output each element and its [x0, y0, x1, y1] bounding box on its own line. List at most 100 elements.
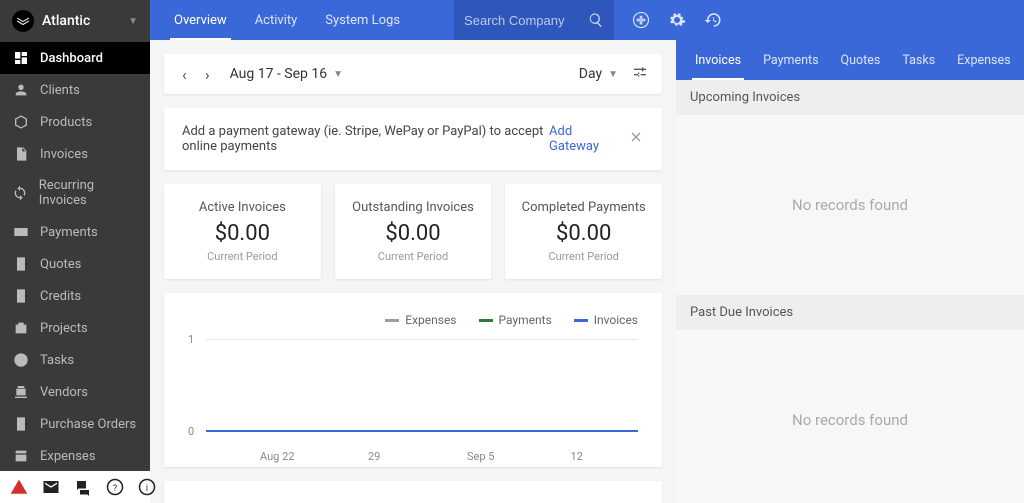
sidebar-item-vendors[interactable]: Vendors	[0, 376, 150, 408]
legend-label: Expenses	[405, 313, 456, 327]
filter-settings-button[interactable]	[632, 64, 648, 84]
sidebar-item-label: Expenses	[40, 449, 96, 464]
rail-tab-payments[interactable]: Payments	[752, 40, 829, 80]
rail-tab-expenses[interactable]: Expenses	[946, 40, 1021, 80]
legend-invoices: Invoices	[574, 313, 638, 327]
y-tick-label: 1	[188, 333, 194, 346]
vendors-icon	[12, 384, 30, 400]
help-icon[interactable]: ?	[106, 478, 124, 496]
stat-value: $0.00	[172, 221, 313, 246]
legend-payments: Payments	[479, 313, 552, 327]
sidebar-item-clients[interactable]: Clients	[0, 74, 150, 106]
sidebar-item-projects[interactable]: Projects	[0, 312, 150, 344]
tune-icon	[632, 64, 648, 80]
chat-icon[interactable]	[74, 478, 92, 496]
sidebar-item-products[interactable]: Products	[0, 106, 150, 138]
chevron-down-icon: ▼	[608, 69, 618, 80]
sidebar-item-label: Invoices	[40, 147, 88, 162]
granularity-picker[interactable]: Day ▼	[579, 66, 618, 82]
stat-active-invoices: Active Invoices $0.00 Current Period	[164, 184, 321, 279]
gateway-banner: Add a payment gateway (ie. Stripe, WePay…	[164, 108, 662, 170]
legend-swatch	[574, 319, 588, 322]
legend-swatch	[385, 319, 399, 322]
sidebar-item-recurring-invoices[interactable]: Recurring Invoices	[0, 170, 150, 216]
alert-icon[interactable]	[10, 478, 28, 496]
invoices-icon	[12, 146, 30, 162]
stat-sub: Current Period	[172, 250, 313, 263]
sidebar-item-tasks[interactable]: Tasks	[0, 344, 150, 376]
banner-text: Add a payment gateway (ie. Stripe, WePay…	[182, 124, 549, 154]
close-icon	[628, 129, 644, 145]
sidebar-item-expenses[interactable]: Expenses	[0, 440, 150, 471]
sidebar-item-label: Vendors	[40, 385, 88, 400]
sidebar-item-dashboard[interactable]: Dashboard	[0, 42, 150, 74]
add-gateway-link[interactable]: Add Gateway	[549, 124, 610, 154]
add-icon[interactable]	[632, 11, 650, 29]
legend-label: Invoices	[594, 313, 638, 327]
toptab-system-logs[interactable]: System Logs	[311, 0, 414, 40]
expenses-icon	[12, 448, 30, 464]
x-tick-label: Aug 22	[260, 450, 294, 463]
banner-close-button[interactable]	[628, 129, 644, 149]
rail-tab-label: Invoices	[695, 53, 741, 68]
company-name: Atlantic	[42, 13, 128, 29]
company-switcher[interactable]: Atlantic ▼	[0, 0, 150, 42]
history-icon[interactable]	[704, 11, 722, 29]
rail-tab-invoices[interactable]: Invoices	[684, 40, 752, 80]
date-range-picker[interactable]: Aug 17 - Sep 16 ▼	[230, 66, 343, 82]
stat-title: Completed Payments	[513, 200, 654, 215]
tasks-icon	[12, 352, 30, 368]
products-icon	[12, 114, 30, 130]
rail-tab-quotes[interactable]: Quotes	[830, 40, 892, 80]
search-icon	[588, 11, 604, 29]
chart-area: 1 0 Aug 22 29 Sep 5 12	[188, 337, 638, 447]
quotes-icon	[12, 256, 30, 272]
date-range-label: Aug 17 - Sep 16	[230, 66, 327, 82]
chart-card: Expenses Payments Invoices 1 0 Aug 22 29…	[164, 293, 662, 467]
chart-legend: Expenses Payments Invoices	[188, 313, 638, 327]
rail-tab-label: Tasks	[902, 53, 935, 68]
recurring-icon	[12, 185, 29, 201]
sidebar-item-purchase-orders[interactable]: Purchase Orders	[0, 408, 150, 440]
svg-text:?: ?	[113, 484, 117, 494]
legend-label: Payments	[499, 313, 552, 327]
stat-title: Outstanding Invoices	[343, 200, 484, 215]
toptab-activity[interactable]: Activity	[241, 0, 312, 40]
sidebar-item-label: Clients	[40, 83, 80, 98]
sidebar-item-label: Products	[40, 115, 92, 130]
stat-value: $0.00	[343, 221, 484, 246]
stat-outstanding-invoices: Outstanding Invoices $0.00 Current Perio…	[335, 184, 492, 279]
footer-bar: ? i	[0, 471, 150, 503]
credits-icon	[12, 288, 30, 304]
sidebar-item-invoices[interactable]: Invoices	[0, 138, 150, 170]
stat-sub: Current Period	[343, 250, 484, 263]
sidebar-item-credits[interactable]: Credits	[0, 280, 150, 312]
next-period-button[interactable]: ›	[201, 65, 214, 84]
sidebar-item-label: Tasks	[40, 353, 74, 368]
purchase-orders-icon	[12, 416, 30, 432]
rail-tab-label: Expenses	[957, 53, 1010, 68]
rail-tab-label: Payments	[763, 53, 818, 68]
search-box[interactable]	[454, 0, 614, 40]
mail-icon[interactable]	[42, 478, 60, 496]
legend-swatch	[479, 319, 493, 322]
toptab-overview[interactable]: Overview	[160, 0, 241, 40]
search-input[interactable]	[464, 13, 588, 28]
sidebar-item-payments[interactable]: Payments	[0, 216, 150, 248]
settings-icon[interactable]	[668, 11, 686, 29]
legend-expenses: Expenses	[385, 313, 456, 327]
rail-empty-pastdue: No records found	[676, 330, 1024, 503]
filter-bar: ‹ › Aug 17 - Sep 16 ▼ Day ▼	[164, 54, 662, 94]
x-tick-label: 29	[368, 450, 380, 463]
prev-period-button[interactable]: ‹	[178, 65, 191, 84]
sidebar-item-label: Dashboard	[40, 51, 103, 66]
clients-icon	[12, 82, 30, 98]
toptab-label: Overview	[174, 13, 227, 28]
sidebar-item-label: Payments	[40, 225, 98, 240]
stat-title: Active Invoices	[172, 200, 313, 215]
sidebar-item-label: Projects	[40, 321, 88, 336]
sidebar-item-quotes[interactable]: Quotes	[0, 248, 150, 280]
stat-value: $0.00	[513, 221, 654, 246]
x-tick-label: Sep 5	[467, 450, 494, 463]
rail-tab-tasks[interactable]: Tasks	[891, 40, 946, 80]
